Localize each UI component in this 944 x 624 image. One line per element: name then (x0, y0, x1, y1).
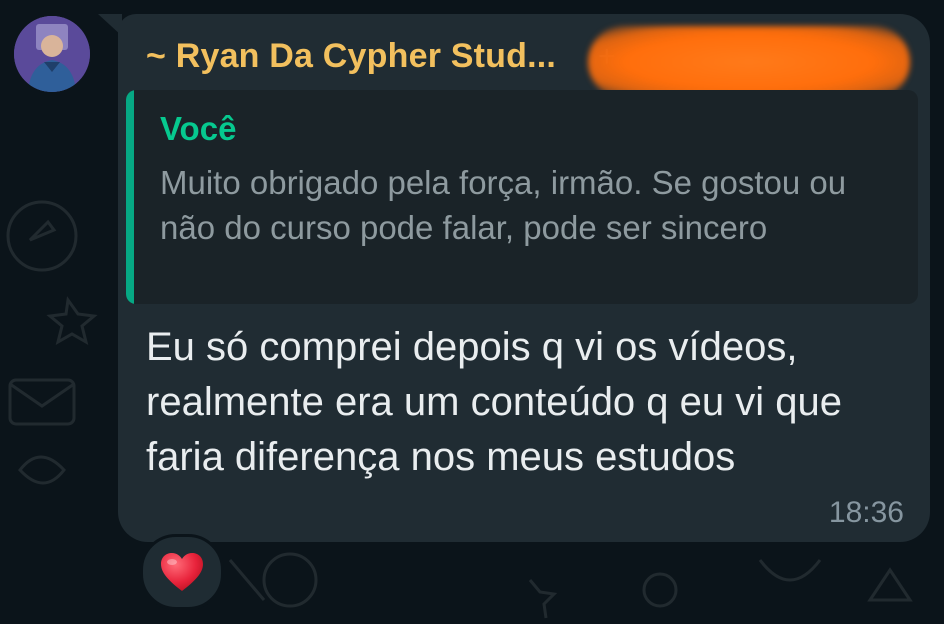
sender-name[interactable]: ~ Ryan Da Cypher Stud... (146, 37, 556, 76)
message-bubble[interactable]: ~ Ryan Da Cypher Stud... + Você Muito ob… (118, 14, 930, 542)
heart-icon (161, 553, 203, 591)
quoted-author: Você (160, 110, 237, 147)
message-body: Eu só comprei depois q vi os vídeos, rea… (146, 325, 842, 479)
quote-accent-bar (126, 90, 134, 304)
reaction-badge[interactable] (140, 534, 224, 610)
message-timestamp: 18:36 (828, 496, 904, 529)
contact-avatar[interactable] (14, 16, 90, 92)
phone-redaction-overlay (588, 26, 910, 98)
quoted-message[interactable]: Você Muito obrigado pela força, irmão. S… (126, 90, 918, 304)
person-icon (14, 16, 90, 92)
sender-header: ~ Ryan Da Cypher Stud... (146, 36, 556, 76)
quoted-text: Muito obrigado pela força, irmão. Se gos… (160, 164, 847, 246)
